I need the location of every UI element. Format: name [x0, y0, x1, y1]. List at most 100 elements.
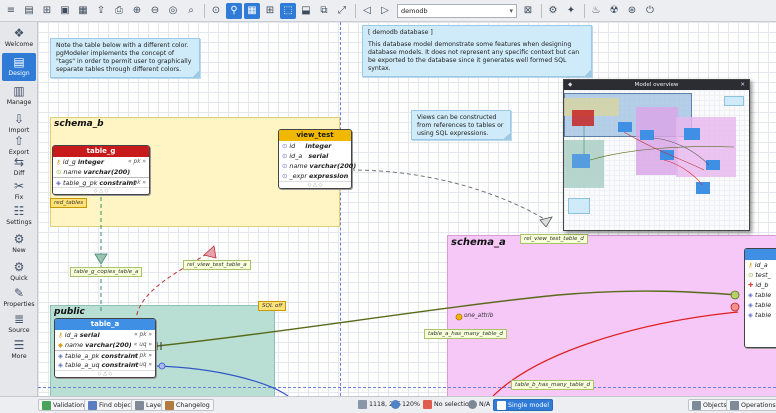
sidebar-item-source[interactable]: ≣ Source — [2, 310, 36, 338]
table-column[interactable]: ⚷ id_a serial « pk » — [55, 330, 155, 340]
table-title — [745, 249, 776, 260]
tags-note[interactable]: Note the table below with a different co… — [50, 38, 200, 78]
relation-arrow-copies[interactable] — [94, 253, 108, 265]
previous-model-icon[interactable]: ◁ — [359, 3, 375, 19]
more-icon: ☰ — [13, 338, 25, 352]
table-column[interactable]: ✚ id_b — [745, 280, 776, 290]
table-constraint[interactable]: ◈ table — [745, 310, 776, 320]
expand-icon[interactable]: ⤢ — [334, 3, 350, 19]
table-constraint[interactable]: ◈ table_g_pk constraint « pk » — [53, 177, 149, 187]
sidebar-item-more[interactable]: ☰ More — [2, 336, 36, 364]
next-model-icon[interactable]: ▷ — [377, 3, 393, 19]
views-note[interactable]: Views can be constructed from references… — [411, 110, 511, 140]
overview-icon[interactable]: ⚲ — [226, 2, 242, 19]
primary-key-icon: ⚷ — [748, 261, 753, 269]
model-selector[interactable]: demodb — [397, 3, 517, 18]
page-delimiters-icon[interactable]: ⬚ — [280, 2, 296, 19]
operations-button[interactable]: Operations — [726, 399, 776, 411]
support-icon[interactable]: ⊛ — [624, 3, 640, 19]
about-icon[interactable]: ⏻ — [642, 3, 658, 19]
attribute-label[interactable]: one_attrib — [464, 313, 493, 319]
relation-line-view-d[interactable] — [350, 169, 547, 221]
sidebar-item-quick[interactable]: ⚙ Quick — [2, 258, 36, 286]
view-column[interactable]: ⊙ name varchar(200) — [279, 161, 356, 171]
table-column[interactable]: ⚷ id_g integer « pk » — [53, 157, 149, 167]
attribute-dot[interactable] — [455, 313, 463, 321]
changelog-button[interactable]: Changelog — [161, 399, 214, 411]
relation-label-b-many-d[interactable]: table_b_has_many_table_d — [511, 380, 595, 390]
toolbar-separator — [204, 3, 205, 18]
export-icon[interactable]: ⇪ — [93, 3, 109, 19]
table-column[interactable]: ⚷ id_a — [745, 260, 776, 270]
database-note[interactable]: [ demodb database ] This database model … — [362, 25, 592, 77]
zoom-reset-icon[interactable]: ◎ — [165, 3, 181, 19]
table-column[interactable]: ⊙ test_ — [745, 270, 776, 280]
settings-icon[interactable]: ⚙ — [545, 3, 561, 19]
table-column[interactable]: ⊙ name varchar(200) — [53, 167, 149, 177]
schema-a-table-partial[interactable]: ⚷ id_a ⊙ test_ ✚ id_b ◈ table ◈ table ◈ … — [744, 248, 776, 348]
zoom-out-icon[interactable]: ⊖ — [147, 3, 163, 19]
menu-icon[interactable]: ≡ — [3, 3, 19, 19]
table-column[interactable]: ◆ name varchar(200) « uq » — [55, 340, 155, 350]
table-constraint[interactable]: ◈ table_a_pk constraint « pk » — [55, 350, 155, 360]
relation-label-g-copies-a[interactable]: table_g_copies_table_a — [70, 267, 143, 277]
single-model-button[interactable]: Single model — [493, 399, 553, 411]
save-all-icon[interactable]: ▦ — [75, 3, 91, 19]
relation-label-view-d[interactable]: rel_view_test_table_d — [520, 234, 588, 244]
overview-titlebar[interactable]: ◆ Model overview ✕ — [564, 80, 749, 90]
left-sidebar: ❖ Welcome ▤ Design ▥ Manage ⇩ Import ⇧ Export… — [0, 22, 38, 396]
close-icon[interactable]: ✕ — [740, 80, 745, 90]
help-icon[interactable]: ☢ — [606, 3, 622, 19]
magnifier-icon[interactable]: ⊙ — [208, 3, 224, 19]
column-icon: ⊙ — [282, 142, 288, 150]
toolbar-separator — [355, 3, 356, 18]
sidebar-item-new[interactable]: ⚙ New — [2, 230, 36, 258]
print-icon[interactable]: ⎙ — [111, 3, 127, 19]
sidebar-item-manage[interactable]: ▥ Manage — [2, 82, 36, 110]
align-grid-icon[interactable]: ⊞ — [262, 3, 278, 19]
sidebar-item-properties[interactable]: ✎ Properties — [2, 284, 36, 312]
design-icon: ▤ — [13, 55, 25, 69]
donate-icon[interactable]: ♨ — [588, 3, 604, 19]
relation-line-a-public[interactable] — [156, 365, 289, 396]
relation-label-view-a[interactable]: rel_view_test_table_a — [183, 260, 251, 270]
table-constraint[interactable]: ◈ table_a_uq constraint « uq » — [55, 360, 155, 370]
view-test[interactable]: view_test ⊙ id integer ⊙ id_a serial ⊙ nam… — [278, 129, 356, 189]
view-column[interactable]: ⊙ id integer — [279, 141, 351, 151]
constraint-icon: ◈ — [748, 311, 753, 319]
relation-label-a-many-d[interactable]: table_a_has_many_table_d — [424, 329, 507, 339]
view-column[interactable]: ⊙ _expr expression — [279, 171, 351, 181]
open-icon[interactable]: ⊞ — [39, 3, 55, 19]
sidebar-item-settings[interactable]: ☷ Settings — [2, 202, 36, 230]
grid-icon[interactable]: ▦ — [244, 2, 260, 19]
constraint-icon: ◈ — [56, 179, 61, 187]
view-column[interactable]: ⊙ id_a serial — [279, 151, 351, 161]
relation-arrow-view-a[interactable] — [203, 245, 217, 259]
sidebar-item-welcome[interactable]: ❖ Welcome — [2, 24, 36, 52]
sidebar-item-fix[interactable]: ✂ Fix — [2, 177, 36, 205]
validation-button[interactable]: Validation — [38, 399, 89, 411]
tag-sql-off[interactable]: SQL off — [258, 301, 287, 311]
table-a[interactable]: table_a ⚷ id_a serial « pk » ◆ name varchar… — [54, 318, 156, 378]
sidebar-item-design[interactable]: ▤ Design — [2, 53, 36, 81]
overview-map[interactable] — [564, 90, 749, 230]
zoom-in-icon[interactable]: ⊕ — [129, 3, 145, 19]
primary-key-icon: ⚷ — [56, 158, 61, 166]
model-overview-window[interactable]: ◆ Model overview ✕ — [563, 79, 750, 231]
fix-icon: ✂ — [13, 179, 25, 193]
bug-report-icon[interactable]: ✦ — [563, 3, 579, 19]
tag-red-tables[interactable]: red_tables — [50, 198, 88, 208]
close-model-icon[interactable]: ⊠ — [520, 3, 536, 19]
table-g[interactable]: table_g ⚷ id_g integer « pk » ⊙ name varcha… — [52, 145, 150, 195]
diff-icon: ⇆ — [13, 155, 25, 169]
table-constraint[interactable]: ◈ table — [745, 290, 776, 300]
table-constraint[interactable]: ◈ table — [745, 300, 776, 310]
arrange-icon[interactable]: ⬓ — [298, 3, 314, 19]
relation-arrow-view-d[interactable] — [539, 216, 553, 228]
validation-icon — [42, 400, 51, 410]
zoom-fit-icon[interactable]: ⌕ — [183, 3, 199, 19]
new-model-icon[interactable]: ▤ — [21, 3, 37, 19]
objects-button[interactable]: Objects — [688, 399, 731, 411]
layers-icon[interactable]: ⧉ — [316, 3, 332, 19]
save-icon[interactable]: ▣ — [57, 3, 73, 19]
